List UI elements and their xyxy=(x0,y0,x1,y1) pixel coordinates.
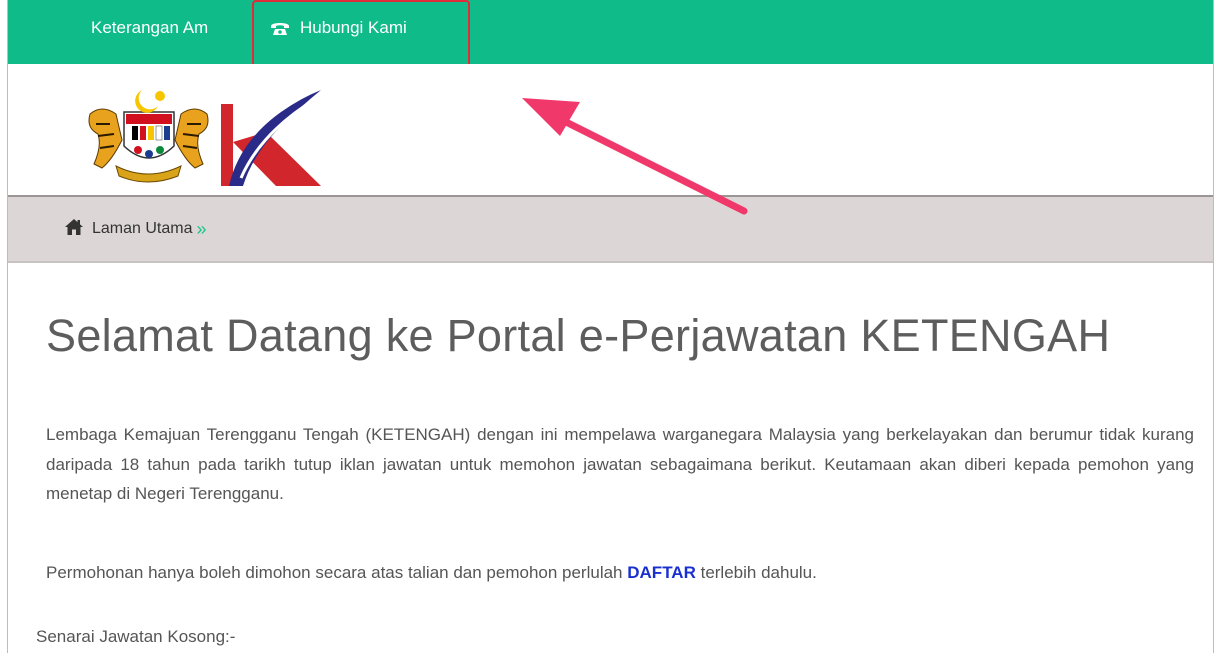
page-frame: Keterangan Am Hubungi Kami Laman Utama »… xyxy=(7,0,1214,653)
header-logos xyxy=(8,64,1213,195)
malaysia-crest-logo xyxy=(88,90,209,183)
phone-icon xyxy=(270,20,290,36)
nav-keterangan-am[interactable]: Keterangan Am xyxy=(91,18,208,38)
apply-paragraph: Permohonan hanya boleh dimohon secara at… xyxy=(46,563,817,583)
apply-prefix: Permohonan hanya boleh dimohon secara at… xyxy=(46,563,628,582)
nav-hubungi-kami-label: Hubungi Kami xyxy=(300,18,407,37)
daftar-link[interactable]: DAFTAR xyxy=(627,563,696,582)
nav-hubungi-kami[interactable]: Hubungi Kami xyxy=(270,18,407,38)
vacancies-heading: Senarai Jawatan Kosong:- xyxy=(36,627,236,646)
home-icon xyxy=(64,218,84,241)
page-title: Selamat Datang ke Portal e-Perjawatan KE… xyxy=(46,310,1111,361)
breadcrumb-separator-icon: » xyxy=(196,218,207,239)
nav-keterangan-am-label: Keterangan Am xyxy=(91,18,209,37)
breadcrumb: Laman Utama » xyxy=(8,195,1213,263)
breadcrumb-laman-utama[interactable]: Laman Utama xyxy=(92,220,193,238)
top-navbar: Keterangan Am Hubungi Kami xyxy=(8,0,1213,64)
apply-suffix: terlebih dahulu. xyxy=(695,563,817,582)
ketengah-logo xyxy=(221,90,321,186)
intro-paragraph: Lembaga Kemajuan Terengganu Tengah (KETE… xyxy=(46,425,1194,503)
